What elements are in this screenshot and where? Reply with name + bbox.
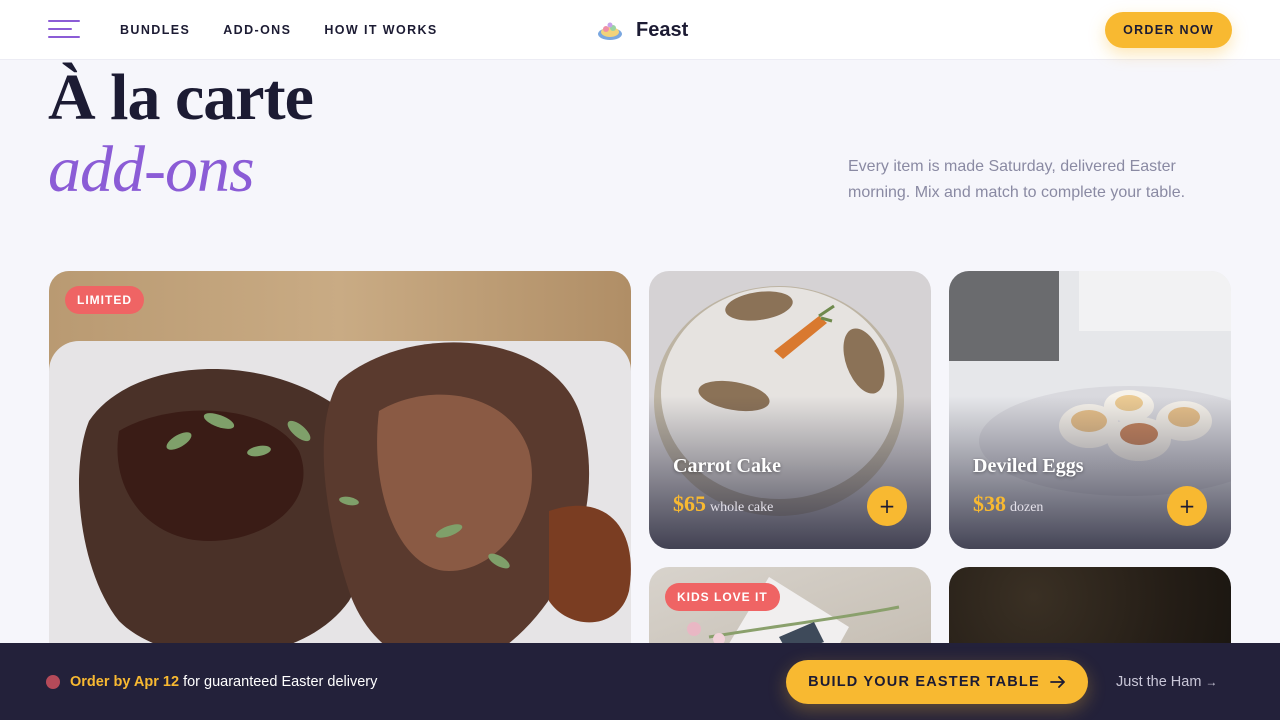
add-deviled-eggs-button[interactable]: + (1167, 486, 1207, 526)
kids-love-it-badge: KIDS LOVE IT (665, 583, 780, 611)
hero-description: Every item is made Saturday, delivered E… (848, 158, 1186, 201)
price-value: $38 (973, 491, 1006, 516)
add-carrot-cake-button[interactable]: + (867, 486, 907, 526)
delivery-deadline: Order by Apr 12 for guaranteed Easter de… (70, 674, 377, 690)
page-subtitle: add-ons (48, 133, 255, 206)
arrow-right-icon (1049, 676, 1065, 688)
lamb-chops-image (49, 271, 631, 691)
status-dot-icon (46, 675, 60, 689)
brand[interactable]: Feast (596, 18, 688, 42)
product-price: $65 whole cake (673, 491, 773, 517)
build-easter-table-button[interactable]: BUILD YOUR EASTER TABLE (786, 660, 1088, 704)
price-value: $65 (673, 491, 706, 516)
order-now-button[interactable]: ORDER NOW (1105, 12, 1232, 48)
price-unit: dozen (1010, 500, 1044, 515)
nav-bundles[interactable]: BUNDLES (120, 23, 190, 37)
product-card-lamb[interactable]: LIMITED (49, 271, 631, 691)
product-name: Carrot Cake (673, 455, 781, 477)
nav-how-it-works[interactable]: HOW IT WORKS (324, 23, 437, 37)
brand-logo-icon (598, 22, 622, 40)
product-name: Deviled Eggs (973, 455, 1084, 477)
just-the-ham-link[interactable]: Just the Ham → (1116, 674, 1217, 690)
main-nav: BUNDLES ADD-ONS HOW IT WORKS (120, 23, 438, 37)
brand-name: Feast (636, 18, 689, 41)
order-bar: Order by Apr 12 for guaranteed Easter de… (0, 643, 1280, 720)
price-unit: whole cake (710, 500, 774, 515)
nav-add-ons[interactable]: ADD-ONS (223, 23, 291, 37)
limited-badge: LIMITED (65, 286, 144, 314)
arrow-right-icon: → (1205, 675, 1218, 689)
ham-link-label: Just the Ham (1116, 674, 1202, 690)
product-card-carrot-cake[interactable]: Carrot Cake $65 whole cake + (649, 271, 931, 549)
site-header: BUNDLES ADD-ONS HOW IT WORKS Feast ORDER… (0, 0, 1280, 60)
deadline-note: for guaranteed Easter delivery (179, 674, 378, 690)
menu-icon[interactable] (48, 20, 80, 40)
deadline-date: Order by Apr 12 (70, 674, 180, 690)
product-price: $38 dozen (973, 491, 1043, 517)
product-card-deviled-eggs[interactable]: Deviled Eggs $38 dozen + (949, 271, 1231, 549)
build-button-label: BUILD YOUR EASTER TABLE (808, 674, 1040, 690)
page-title: À la carte (48, 61, 314, 134)
